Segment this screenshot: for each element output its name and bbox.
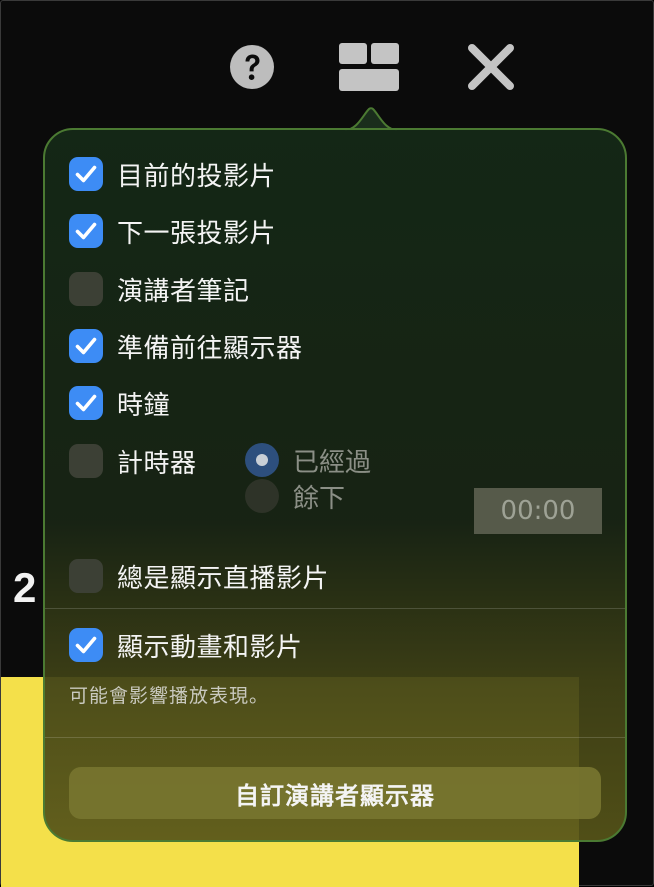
clock-label: 時鐘 [117, 390, 171, 421]
timer-duration-field[interactable]: 00:00 [474, 488, 602, 534]
close-button[interactable] [461, 37, 521, 97]
checkmark-icon [75, 165, 97, 183]
option-show-animations[interactable]: 顯示動畫和影片 [69, 627, 303, 663]
radio-dot [256, 454, 268, 466]
ready-to-advance-label: 準備前往顯示器 [117, 333, 303, 364]
next-slide-label: 下一張投影片 [117, 218, 277, 249]
divider [45, 737, 625, 738]
option-ready-to-advance[interactable]: 準備前往顯示器 [69, 328, 303, 364]
close-x-icon [468, 44, 514, 90]
slide-number: 2 [13, 564, 37, 611]
option-always-show-live-video[interactable]: 總是顯示直播影片 [69, 558, 329, 594]
current-slide-checkbox[interactable] [69, 157, 103, 191]
elapsed-radio[interactable] [245, 443, 279, 477]
presenter-notes-label: 演講者筆記 [117, 276, 250, 307]
layout-grid-icon [339, 43, 399, 91]
show-animations-label: 顯示動畫和影片 [117, 632, 303, 663]
always-show-live-video-label: 總是顯示直播影片 [117, 563, 330, 594]
clock-checkbox[interactable] [69, 386, 103, 420]
next-slide-checkbox[interactable] [69, 214, 103, 248]
always-show-live-video-checkbox[interactable] [69, 559, 103, 593]
ready-to-advance-checkbox[interactable] [69, 329, 103, 363]
show-animations-checkbox[interactable] [69, 628, 103, 662]
checkmark-icon [75, 222, 97, 240]
checkmark-icon [75, 636, 97, 654]
timer-mode-elapsed[interactable]: 已經過 [245, 442, 371, 478]
customize-presenter-display-button[interactable]: 自訂演講者顯示器 [69, 767, 601, 819]
divider [45, 608, 625, 609]
option-clock[interactable]: 時鐘 [69, 385, 170, 421]
current-slide-label: 目前的投影片 [117, 161, 277, 192]
option-next-slide[interactable]: 下一張投影片 [69, 213, 276, 249]
timer-label: 計時器 [117, 448, 197, 479]
checkmark-icon [75, 394, 97, 412]
presenter-notes-checkbox[interactable] [69, 272, 103, 306]
remaining-radio[interactable] [245, 479, 279, 513]
remaining-label: 餘下 [293, 483, 346, 514]
option-timer[interactable]: 計時器 [69, 443, 197, 479]
presenter-display-background: 2 目前的投影片 下一張投影片 演講者筆記 準備前往顯示器 時鐘 計時器 已經過… [0, 0, 654, 887]
help-button[interactable] [225, 37, 279, 97]
performance-note: 可能會影響播放表現。 [69, 685, 270, 707]
option-current-slide[interactable]: 目前的投影片 [69, 156, 276, 192]
timer-checkbox[interactable] [69, 444, 103, 478]
layout-button[interactable] [334, 37, 404, 97]
option-presenter-notes[interactable]: 演講者筆記 [69, 271, 250, 307]
question-circle-icon [230, 45, 274, 89]
timer-mode-remaining[interactable]: 餘下 [245, 478, 345, 514]
checkmark-icon [75, 337, 97, 355]
elapsed-label: 已經過 [293, 447, 372, 478]
